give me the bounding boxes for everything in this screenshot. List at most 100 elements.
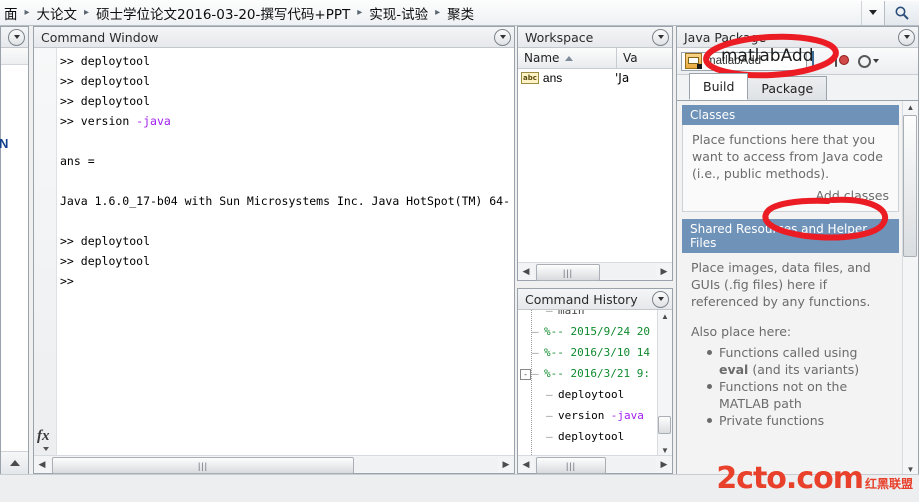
command-history-panel: Command History — main — %-- 2015/9/24 20 —%… (517, 288, 673, 474)
triangle-left-icon[interactable]: ◀ (34, 457, 50, 472)
command-line: ans = (60, 151, 514, 171)
breadcrumb-separator: ▸ (84, 7, 90, 18)
vscroll-thumb[interactable] (658, 416, 671, 434)
tab-build[interactable]: Build (689, 73, 749, 100)
list-item[interactable]: — %-- 2016/3/10 14 (520, 342, 658, 363)
triangle-right-icon[interactable]: ▶ (656, 457, 672, 472)
command-text: deploytool (80, 254, 151, 268)
command-text: deploytool (80, 94, 151, 108)
hscroll-track[interactable]: ||| (50, 457, 498, 474)
abc-string-icon: abc (521, 72, 539, 84)
triangle-up-icon[interactable]: ▲ (658, 310, 672, 323)
list-item[interactable]: — %-- 2015/9/24 20 (520, 321, 658, 342)
search-icon[interactable] (884, 0, 919, 25)
section-header-shared-resources: Shared Resources and Helper Files (682, 219, 899, 253)
list-item[interactable]: - — %-- 2016/3/21 9: (520, 363, 658, 384)
command-text: version (80, 114, 137, 128)
command-line: >> deploytool (60, 71, 514, 91)
tab-package[interactable]: Package (747, 76, 828, 100)
hscroll-thumb[interactable]: ||| (536, 264, 600, 281)
java-package-panel: Java Package matlabAdd Build Package Cla… (676, 26, 919, 476)
command-history-text: deploytool (558, 430, 625, 443)
breadcrumb[interactable]: 面 ▸ 大论文 ▸ 硕士学位论文2016-03-20-撰写代码+PPT ▸ 实现… (0, 3, 861, 23)
tree-collapse-icon[interactable]: - (520, 369, 531, 380)
tree-branch-icon: — (532, 325, 539, 338)
command-line: Java 1.6.0_17-b04 with Sun Microsystems … (60, 191, 514, 211)
panel-menu-icon[interactable] (652, 290, 669, 308)
tree-branch-icon: — (546, 310, 553, 317)
java-package-sections: Classes Place functions here that you wa… (682, 105, 899, 476)
panel-menu-icon[interactable] (494, 28, 511, 46)
list-item[interactable]: — deploytool (520, 426, 658, 447)
workspace-hscrollbar[interactable]: ◀ ||| ▶ (518, 262, 672, 281)
chevron-down-icon[interactable] (861, 0, 884, 25)
command-history-body[interactable]: — main — %-- 2015/9/24 20 — %-- 2016/3/10 14 -… (518, 310, 672, 457)
chevron-down-icon[interactable] (43, 447, 49, 451)
breadcrumb-item-4[interactable]: 聚类 (445, 3, 476, 23)
bullet-text: Functions called using (719, 345, 858, 360)
hscroll-track[interactable]: ||| (534, 264, 656, 281)
panel-menu-icon[interactable] (8, 28, 25, 46)
command-history-text: version (558, 409, 611, 422)
breadcrumb-item-0[interactable]: 面 (2, 3, 20, 23)
command-prompt: >> (60, 74, 81, 88)
java-package-vscrollbar[interactable]: ▲ ▼ (902, 101, 918, 476)
package-icon[interactable] (835, 51, 853, 70)
section-body-classes: Place functions here that you want to ac… (682, 125, 899, 212)
workspace-cell-name: abc ans (518, 71, 610, 85)
breadcrumb-controls (861, 0, 919, 25)
table-row[interactable]: abc ans 'Ja (518, 69, 672, 87)
breadcrumb-item-2[interactable]: 硕士学位论文2016-03-20-撰写代码+PPT (94, 3, 352, 23)
command-prompt: >> (60, 234, 81, 248)
workspace-column-name[interactable]: Name (518, 48, 617, 68)
command-prompt: >> (60, 114, 81, 128)
breadcrumb-item-1[interactable]: 大论文 (35, 3, 80, 23)
workspace-title: Workspace (525, 29, 594, 45)
command-history-title: Command History (525, 291, 638, 307)
breadcrumb-item-3[interactable]: 实现-试验 (367, 3, 430, 23)
command-history-hscrollbar[interactable]: ◀ ||| ▶ (518, 455, 672, 474)
add-classes-link[interactable]: Add classes (692, 188, 889, 203)
command-line: >> (60, 271, 514, 291)
hscroll-track[interactable]: ||| (534, 457, 656, 474)
triangle-right-icon[interactable]: ▶ (656, 264, 672, 279)
left-panel-titlebar (1, 27, 28, 48)
command-option: -java (136, 114, 171, 128)
hscroll-thumb[interactable]: ||| (536, 457, 606, 474)
command-prompt: >> (60, 274, 81, 288)
triangle-right-icon[interactable]: ▶ (498, 457, 514, 472)
list-item[interactable]: — deploytool (520, 384, 658, 405)
fx-icon[interactable]: fx (37, 428, 50, 445)
triangle-left-icon[interactable]: ◀ (518, 264, 534, 279)
triangle-up-icon[interactable]: ▲ (903, 101, 918, 114)
tab-package-label: Package (761, 81, 814, 96)
panel-menu-icon[interactable] (652, 28, 669, 46)
hscroll-thumb[interactable]: ||| (52, 457, 354, 474)
command-window-body[interactable]: fx >> deploytool >> deploytool >> deployto… (34, 48, 514, 457)
bullet-item: Functions not on the MATLAB path (707, 378, 890, 412)
scroll-grip: ||| (565, 460, 576, 471)
vscroll-thumb[interactable] (903, 115, 917, 257)
triangle-left-icon[interactable]: ◀ (518, 457, 534, 472)
left-panel-collapse-button[interactable] (1, 451, 28, 474)
bullet-bold-text: eval (719, 362, 749, 377)
command-line (60, 131, 514, 151)
panel-menu-icon[interactable] (898, 28, 915, 46)
java-package-content: Classes Place functions here that you wa… (677, 101, 918, 476)
workspace-column-value[interactable]: Va (617, 48, 638, 68)
section-shared-text: Place images, data files, and GUIs (.fig… (691, 260, 871, 309)
command-line: >> version -java (60, 111, 514, 131)
list-item[interactable]: — version -java (520, 405, 658, 426)
command-history-vscrollbar[interactable]: ▲ ▼ (657, 310, 672, 457)
command-text: deploytool (80, 234, 151, 248)
watermark-main: 2cto.com (716, 461, 864, 496)
list-item[interactable]: — main (520, 310, 658, 321)
gear-icon[interactable] (858, 52, 882, 70)
tree-branch-icon: — (532, 367, 539, 380)
command-prompt: >> (60, 254, 81, 268)
tree-branch-icon: — (532, 346, 539, 359)
command-window-hscrollbar[interactable]: ◀ ||| ▶ (34, 455, 514, 474)
left-panel-mark: N (0, 136, 9, 151)
breadcrumb-separator: ▸ (435, 7, 441, 18)
build-icon[interactable] (812, 51, 830, 70)
